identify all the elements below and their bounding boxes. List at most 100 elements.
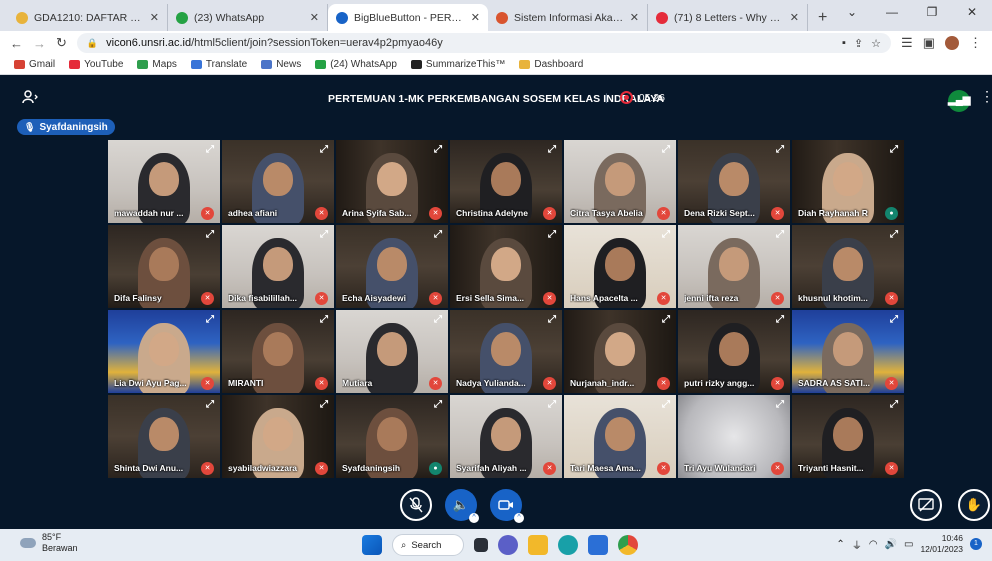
- participant-video-tile[interactable]: ⤢ Dena Rizki Sept... ✕: [678, 140, 790, 223]
- browser-tab[interactable]: (23) WhatsApp ✕: [168, 4, 328, 31]
- bookmark-item[interactable]: SummarizeThis™: [410, 59, 505, 70]
- bookmark-item[interactable]: Gmail: [14, 59, 55, 70]
- fullscreen-icon[interactable]: ⤢: [548, 229, 556, 240]
- camera-permission-icon[interactable]: ▪: [842, 37, 846, 49]
- participant-video-tile[interactable]: ⤢ MIRANTI ✕: [222, 310, 334, 393]
- close-tab-icon[interactable]: ✕: [471, 11, 480, 24]
- participant-video-tile[interactable]: ⤢ SADRA AS SATI... ✕: [792, 310, 904, 393]
- volume-icon[interactable]: 🔊: [885, 539, 897, 550]
- clock[interactable]: 10:46 12/01/2023: [920, 533, 963, 555]
- reading-list-icon[interactable]: ☰: [901, 35, 913, 51]
- side-panel-icon[interactable]: ▣: [923, 35, 935, 51]
- tab-search-button[interactable]: ⌄: [832, 0, 872, 24]
- bookmark-item[interactable]: News: [261, 59, 301, 70]
- usb-icon[interactable]: ⏚: [852, 537, 862, 552]
- bookmark-item[interactable]: Maps: [137, 59, 177, 70]
- participant-video-tile[interactable]: ⤢ syabiladwiazzara ✕: [222, 395, 334, 478]
- close-window-button[interactable]: ✕: [952, 0, 992, 24]
- fullscreen-icon[interactable]: ⤢: [206, 229, 214, 240]
- fullscreen-icon[interactable]: ⤢: [548, 399, 556, 410]
- participant-video-tile[interactable]: ⤢ Tari Maesa Ama... ✕: [564, 395, 676, 478]
- participant-video-tile[interactable]: ⤢ Diah Rayhanah R ●: [792, 140, 904, 223]
- minimize-button[interactable]: —: [872, 0, 912, 24]
- fullscreen-icon[interactable]: ⤢: [662, 229, 670, 240]
- close-tab-icon[interactable]: ✕: [790, 11, 799, 24]
- taskbar-search[interactable]: ⌕ Search: [392, 534, 464, 556]
- fullscreen-icon[interactable]: ⤢: [320, 399, 328, 410]
- fullscreen-icon[interactable]: ⤢: [320, 144, 328, 155]
- participant-video-tile[interactable]: ⤢ Shinta Dwi Anu... ✕: [108, 395, 220, 478]
- restore-button[interactable]: ❐: [912, 0, 952, 24]
- file-explorer-icon[interactable]: [528, 535, 548, 555]
- bookmark-item[interactable]: Translate: [190, 59, 247, 70]
- options-menu-icon[interactable]: ⋮: [980, 88, 992, 105]
- fullscreen-icon[interactable]: ⤢: [434, 399, 442, 410]
- bookmark-item[interactable]: YouTube: [69, 59, 123, 70]
- participant-video-tile[interactable]: ⤢ mawaddah nur ... ✕: [108, 140, 220, 223]
- participant-video-tile[interactable]: ⤢ Arina Syifa Sab... ✕: [336, 140, 448, 223]
- participant-video-tile[interactable]: ⤢ adhea afiani ✕: [222, 140, 334, 223]
- participant-video-tile[interactable]: ⤢ Dika fisabilillah... ✕: [222, 225, 334, 308]
- participant-video-tile[interactable]: ⤢ Syafdaningsih ●: [336, 395, 448, 478]
- fullscreen-icon[interactable]: ⤢: [320, 314, 328, 325]
- share-icon[interactable]: ⇪: [854, 37, 863, 50]
- browser-tab[interactable]: (71) 8 Letters - Why Don't W ✕: [648, 4, 808, 31]
- fullscreen-icon[interactable]: ⤢: [434, 314, 442, 325]
- participant-video-tile[interactable]: ⤢ Echa Aisyadewi ✕: [336, 225, 448, 308]
- fullscreen-icon[interactable]: ⤢: [776, 229, 784, 240]
- audio-button[interactable]: 🔈 ^: [445, 489, 479, 523]
- fullscreen-icon[interactable]: ⤢: [434, 144, 442, 155]
- participant-video-tile[interactable]: ⤢ Nurjanah_indr... ✕: [564, 310, 676, 393]
- task-view-icon[interactable]: [474, 538, 488, 552]
- fullscreen-icon[interactable]: ⤢: [662, 399, 670, 410]
- fullscreen-icon[interactable]: ⤢: [662, 314, 670, 325]
- fullscreen-icon[interactable]: ⤢: [320, 229, 328, 240]
- store-icon[interactable]: [588, 535, 608, 555]
- browser-tab[interactable]: GDA1210: DAFTAR HADIR KE ✕: [8, 4, 168, 31]
- chevron-up-icon[interactable]: ^: [514, 513, 524, 523]
- fullscreen-icon[interactable]: ⤢: [776, 399, 784, 410]
- bookmark-item[interactable]: (24) WhatsApp: [315, 59, 397, 70]
- recording-indicator[interactable]: | 05:26: [605, 91, 665, 104]
- windows-start-icon[interactable]: [362, 535, 382, 555]
- participant-video-tile[interactable]: ⤢ Syarifah Aliyah ... ✕: [450, 395, 562, 478]
- participant-video-tile[interactable]: ⤢ Nadya Yulianda... ✕: [450, 310, 562, 393]
- reload-icon[interactable]: ↻: [56, 35, 67, 51]
- participant-video-tile[interactable]: ⤢ Christina Adelyne ✕: [450, 140, 562, 223]
- browser-tab[interactable]: Sistem Informasi Akademik F ✕: [488, 4, 648, 31]
- browser-menu-icon[interactable]: ⋮: [969, 35, 982, 51]
- participant-video-tile[interactable]: ⤢ Hans Apacelta ... ✕: [564, 225, 676, 308]
- chevron-up-icon[interactable]: ⌃: [836, 539, 844, 550]
- chat-icon[interactable]: [498, 535, 518, 555]
- fullscreen-icon[interactable]: ⤢: [434, 229, 442, 240]
- participant-video-tile[interactable]: ⤢ Lia Dwi Ayu Pag... ✕: [108, 310, 220, 393]
- fullscreen-icon[interactable]: ⤢: [206, 144, 214, 155]
- participant-video-tile[interactable]: ⤢ Ersi Sella Sima... ✕: [450, 225, 562, 308]
- participant-video-tile[interactable]: ⤢ Tri Ayu Wulandari ✕: [678, 395, 790, 478]
- edge-icon[interactable]: [558, 535, 578, 555]
- notification-badge[interactable]: 1: [970, 538, 982, 550]
- back-icon[interactable]: ←: [10, 36, 23, 51]
- new-tab-button[interactable]: +: [818, 4, 827, 31]
- raise-hand-button[interactable]: ✋: [958, 489, 990, 521]
- fullscreen-icon[interactable]: ⤢: [548, 144, 556, 155]
- mute-button[interactable]: [400, 489, 432, 521]
- participant-video-tile[interactable]: ⤢ jenni ifta reza ✕: [678, 225, 790, 308]
- participant-video-tile[interactable]: ⤢ putri rizky angg... ✕: [678, 310, 790, 393]
- bookmark-item[interactable]: Dashboard: [519, 59, 583, 70]
- participant-video-tile[interactable]: ⤢ Difa Falinsy ✕: [108, 225, 220, 308]
- bookmark-star-icon[interactable]: ☆: [871, 37, 881, 50]
- wifi-icon[interactable]: ◠: [869, 539, 878, 550]
- weather-widget[interactable]: 85°F Berawan: [20, 532, 78, 554]
- fullscreen-icon[interactable]: ⤢: [206, 314, 214, 325]
- close-tab-icon[interactable]: ✕: [150, 11, 159, 24]
- fullscreen-icon[interactable]: ⤢: [890, 399, 898, 410]
- fullscreen-icon[interactable]: ⤢: [776, 144, 784, 155]
- participant-video-tile[interactable]: ⤢ Citra Tasya Abelia ✕: [564, 140, 676, 223]
- chrome-icon[interactable]: [618, 535, 638, 555]
- close-tab-icon[interactable]: ✕: [630, 11, 639, 24]
- fullscreen-icon[interactable]: ⤢: [548, 314, 556, 325]
- users-list-icon[interactable]: [22, 90, 38, 107]
- forward-icon[interactable]: →: [33, 36, 46, 51]
- connection-status-icon[interactable]: ▂▄▆: [948, 90, 970, 112]
